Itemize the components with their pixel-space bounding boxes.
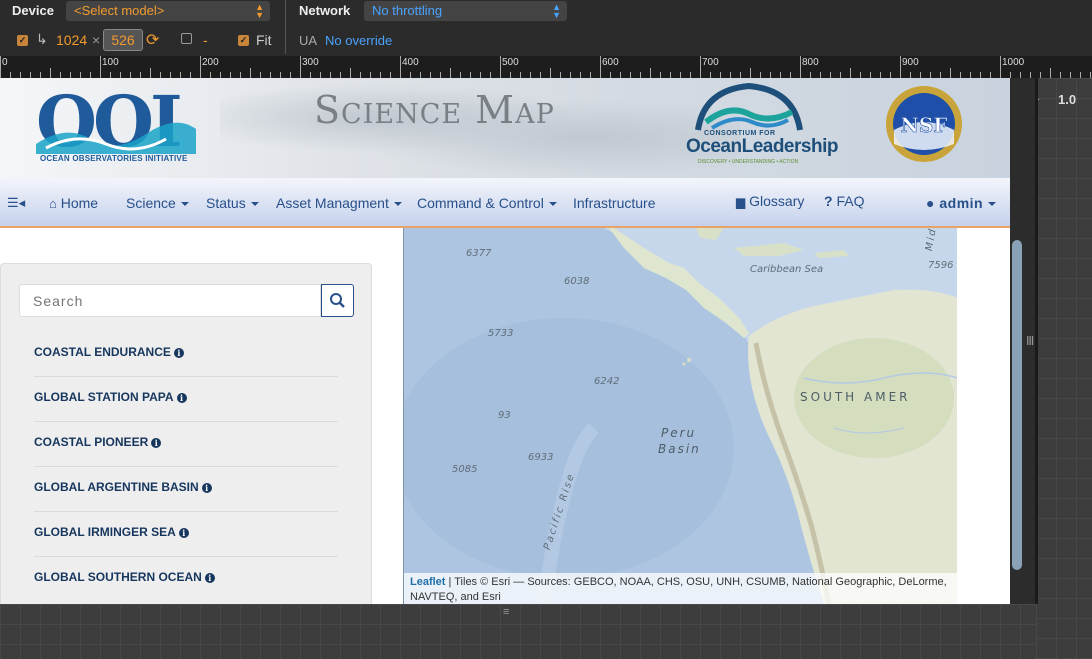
ruler-tick-label: 300	[302, 57, 319, 68]
site-sidebar: COASTAL ENDURANCEi GLOBAL STATION PAPAi …	[0, 263, 372, 604]
fit-checkbox[interactable]: ✓	[238, 35, 249, 46]
ooi-subtitle: OCEAN OBSERVATORIES INITIATIVE	[40, 154, 188, 163]
site-item-global-argentine-basin[interactable]: GLOBAL ARGENTINE BASIN i	[34, 467, 338, 512]
caret-down-icon	[988, 202, 997, 207]
site-item-coastal-pioneer[interactable]: COASTAL PIONEER i	[34, 422, 338, 467]
emulated-page: OOI OCEAN OBSERVATORIES INITIATIVE SCIEN…	[0, 78, 1024, 604]
map-depth-label: 6933	[528, 452, 554, 463]
map-tiles	[404, 228, 957, 604]
map-label-peru: Peru	[661, 426, 697, 440]
question-icon: ?	[824, 193, 833, 209]
main-navbar: ☰◂ ⌂ Home Science Status Asset Managment…	[0, 178, 1010, 228]
emulate-resolution-checkbox[interactable]: ✓	[17, 35, 28, 46]
map-label-south-america: SOUTH AMER	[800, 390, 911, 404]
leaflet-link[interactable]: Leaflet	[410, 576, 445, 588]
horizontal-ruler: 0 100 200 300 400 500 600 700 800 900 1000	[0, 56, 1092, 78]
toolbar-divider	[285, 0, 286, 54]
caret-down-icon	[393, 202, 402, 207]
ua-label: UA	[299, 33, 318, 48]
info-icon[interactable]: i	[176, 393, 187, 403]
nav-command-control[interactable]: Command & Control	[417, 195, 557, 211]
select-arrows-icon: ▲ ▼	[255, 2, 264, 20]
ua-value[interactable]: No override	[325, 33, 392, 48]
nav-user-menu[interactable]: ● admin	[926, 195, 997, 211]
scale-icon[interactable]	[181, 33, 192, 44]
scale-dash: -	[203, 32, 208, 48]
nav-status[interactable]: Status	[206, 195, 259, 211]
select-arrows-icon: ▲ ▼	[552, 2, 561, 20]
search-button[interactable]	[321, 284, 354, 317]
site-item-global-southern-ocean[interactable]: GLOBAL SOUTHERN OCEAN i	[34, 557, 338, 602]
nav-asset-management[interactable]: Asset Managment	[276, 195, 402, 211]
bottom-resize-handle[interactable]: ≡	[503, 606, 509, 618]
right-gutter	[1036, 78, 1092, 659]
ruler-tick-label: 500	[502, 57, 519, 68]
map-attribution: Leaflet | Tiles © Esri — Sources: GEBCO,…	[404, 573, 957, 604]
device-label: Device	[12, 3, 54, 18]
info-icon[interactable]: i	[173, 348, 184, 358]
caret-down-icon	[250, 202, 259, 207]
ruler-tick-label: 400	[402, 57, 419, 68]
nav-glossary[interactable]: ▆ Glossary	[736, 193, 804, 209]
sidebar-toggle-icon[interactable]: ☰◂	[7, 195, 25, 211]
resize-arrow-icon: ↳	[36, 31, 48, 47]
caret-down-icon	[548, 202, 557, 207]
info-icon[interactable]: i	[204, 573, 215, 583]
ruler-tick-label: 0	[2, 57, 8, 68]
info-icon[interactable]: i	[178, 528, 189, 538]
right-resize-handle[interactable]: Ⅲ	[1026, 334, 1034, 348]
site-item-global-irminger-sea[interactable]: GLOBAL IRMINGER SEA i	[34, 512, 338, 557]
network-select[interactable]: No throttling ▲ ▼	[364, 1, 567, 21]
consortium-tagline: DISCOVERY • UNDERSTANDING • ACTION	[698, 159, 799, 165]
info-icon[interactable]: i	[201, 483, 212, 493]
nav-faq[interactable]: ? FAQ	[824, 193, 864, 209]
rotate-icon[interactable]: ⟳	[146, 30, 159, 50]
site-item-coastal-endurance[interactable]: COASTAL ENDURANCE i	[34, 332, 338, 377]
ruler-tick-label: 900	[902, 57, 919, 68]
search-input[interactable]	[19, 284, 321, 317]
fit-label: Fit	[256, 32, 272, 48]
ruler-ticks: 0 100 200 300 400 500 600 700 800 900 1000	[0, 56, 1091, 78]
ruler-tick-label: 100	[102, 57, 119, 68]
device-select[interactable]: <Select model> ▲ ▼	[66, 1, 270, 21]
nsf-text: NSF	[901, 113, 948, 137]
map-depth-label: 6242	[594, 376, 620, 387]
info-icon[interactable]: i	[151, 438, 162, 448]
height-input[interactable]: 526	[103, 29, 143, 51]
home-icon: ⌂	[49, 196, 57, 211]
book-icon: ▆	[736, 195, 746, 209]
site-banner: OOI OCEAN OBSERVATORIES INITIATIVE SCIEN…	[0, 78, 1010, 178]
science-map-title: SCIENCE MAP	[314, 88, 555, 132]
ruler-tick-label: 1000	[1002, 57, 1025, 68]
search-icon	[330, 293, 345, 308]
user-icon: ●	[926, 195, 935, 211]
ruler-tick-label: 200	[202, 57, 219, 68]
ruler-tick-label: 600	[602, 57, 619, 68]
ruler-tick-label: 700	[702, 57, 719, 68]
page-scrollbar[interactable]	[1012, 240, 1022, 570]
width-value[interactable]: 1024	[56, 32, 87, 48]
nav-infrastructure[interactable]: Infrastructure	[573, 195, 655, 211]
map-depth-label: 5733	[488, 328, 514, 339]
map-label-caribbean: Caribbean Sea	[750, 264, 824, 275]
network-label: Network	[299, 3, 351, 18]
caret-down-icon	[180, 202, 189, 207]
map-depth-label: 6038	[564, 276, 590, 287]
bottom-grid	[0, 604, 1036, 659]
map-depth-label: 6377	[466, 248, 492, 259]
map-depth-label: 93	[498, 410, 511, 421]
map-depth-label: 5085	[452, 464, 478, 475]
devtools-toolbar: Device <Select model> ▲ ▼ ✓ ↳ 1024 × 526 …	[0, 0, 1092, 56]
times-sign: ×	[92, 32, 101, 48]
nav-science[interactable]: Science	[126, 195, 189, 211]
site-item-global-station-papa[interactable]: GLOBAL STATION PAPA i	[34, 377, 338, 422]
map-label-basin: Basin	[658, 442, 701, 456]
consortium-name: OceanLeadership	[686, 136, 838, 157]
ruler-tick-label: 800	[802, 57, 819, 68]
zoom-label: 1.0	[1058, 92, 1077, 107]
science-map[interactable]: 6377 6038 5733 6242 93 6933 5085 7596 Ca…	[403, 228, 957, 604]
map-depth-label: 7596	[928, 260, 954, 271]
nsf-seal: NSF	[886, 86, 962, 162]
nav-home[interactable]: ⌂ Home	[49, 195, 98, 211]
